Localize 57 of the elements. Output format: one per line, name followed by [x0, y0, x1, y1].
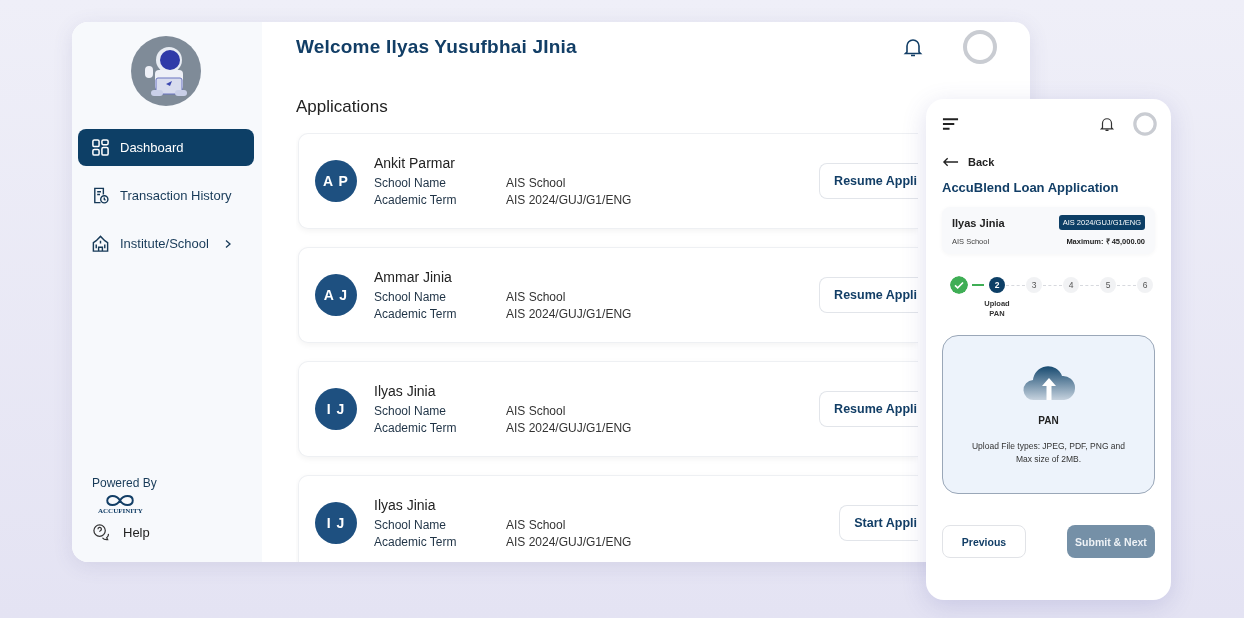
dashboard-icon	[91, 138, 110, 157]
field-value: AIS School	[506, 175, 566, 190]
field-value: AIS School	[506, 517, 566, 532]
field-label: Academic Term	[374, 192, 458, 207]
field-label: School Name	[374, 517, 448, 532]
notification-bell-icon[interactable]	[1098, 115, 1116, 133]
student-name: Ilyas Jinia	[952, 216, 1005, 229]
form-title: AccuBlend Loan Application	[942, 180, 1120, 196]
infinity-logo-icon	[105, 494, 136, 507]
initials-avatar: I J	[315, 387, 357, 430]
sidebar-item[interactable]: Transaction History	[78, 177, 254, 214]
step-number: 3	[1026, 277, 1042, 293]
field-label: School Name	[374, 289, 448, 304]
applicant-name: Ilyas Jinia	[374, 496, 437, 513]
application-button[interactable]: Start Appli	[839, 504, 918, 541]
building-icon	[91, 234, 110, 253]
field-label: Academic Term	[374, 306, 458, 321]
step-number: 6	[1137, 277, 1153, 293]
back-arrow-icon	[942, 157, 959, 167]
welcome-heading: Welcome Ilyas Yusufbhai JInia	[296, 36, 578, 59]
upload-hint: Upload File types: JPEG, PDF, PNG and Max size of 2MB.	[970, 440, 1127, 466]
help-chat-icon	[92, 523, 111, 542]
sidebar-item[interactable]: Institute/School	[78, 225, 254, 262]
help-link[interactable]: Help	[92, 523, 150, 542]
powered-by-label: Powered By	[92, 476, 157, 490]
field-value: AIS 2024/GUJ/G1/ENG	[506, 534, 632, 549]
application-button[interactable]: Resume Appli	[819, 390, 918, 427]
initials-avatar: A P	[315, 159, 357, 202]
field-label: School Name	[374, 403, 448, 418]
field-value: AIS 2024/GUJ/G1/ENG	[506, 192, 632, 207]
section-heading: Applications	[296, 96, 389, 117]
upload-dropzone[interactable]: PAN Upload File types: JPEG, PDF, PNG and Max size of 2MB.	[942, 335, 1155, 494]
field-label: Academic Term	[374, 420, 458, 435]
field-label: Academic Term	[374, 534, 458, 549]
field-value: AIS 2024/GUJ/G1/ENG	[506, 420, 632, 435]
document-clock-icon	[91, 186, 110, 205]
application-button[interactable]: Resume Appli	[819, 162, 918, 199]
back-link[interactable]: Back	[942, 155, 1155, 169]
applicant-name: Ankit Parmar	[374, 154, 456, 171]
field-value: AIS 2024/GUJ/G1/ENG	[506, 306, 632, 321]
field-value: AIS School	[506, 289, 566, 304]
step-number: 4	[1063, 277, 1079, 293]
application-button[interactable]: Resume Appli	[819, 276, 918, 313]
applicant-name: Ammar Jinia	[374, 268, 453, 285]
avatar-drawing	[131, 36, 201, 106]
initials-avatar: A J	[315, 273, 357, 316]
step-number: 2	[989, 277, 1005, 293]
menu-icon[interactable]	[942, 117, 959, 131]
initials-avatar: I J	[315, 501, 357, 544]
previous-button[interactable]: Previous	[942, 525, 1026, 558]
field-label: School Name	[374, 175, 448, 190]
cloud-upload-icon	[1021, 364, 1076, 402]
step-number: 5	[1100, 277, 1116, 293]
upload-title: PAN	[1038, 415, 1059, 426]
applicant-name: Ilyas Jinia	[374, 382, 437, 399]
field-value: AIS School	[506, 403, 566, 418]
sidebar-item[interactable]: Dashboard	[78, 129, 254, 166]
